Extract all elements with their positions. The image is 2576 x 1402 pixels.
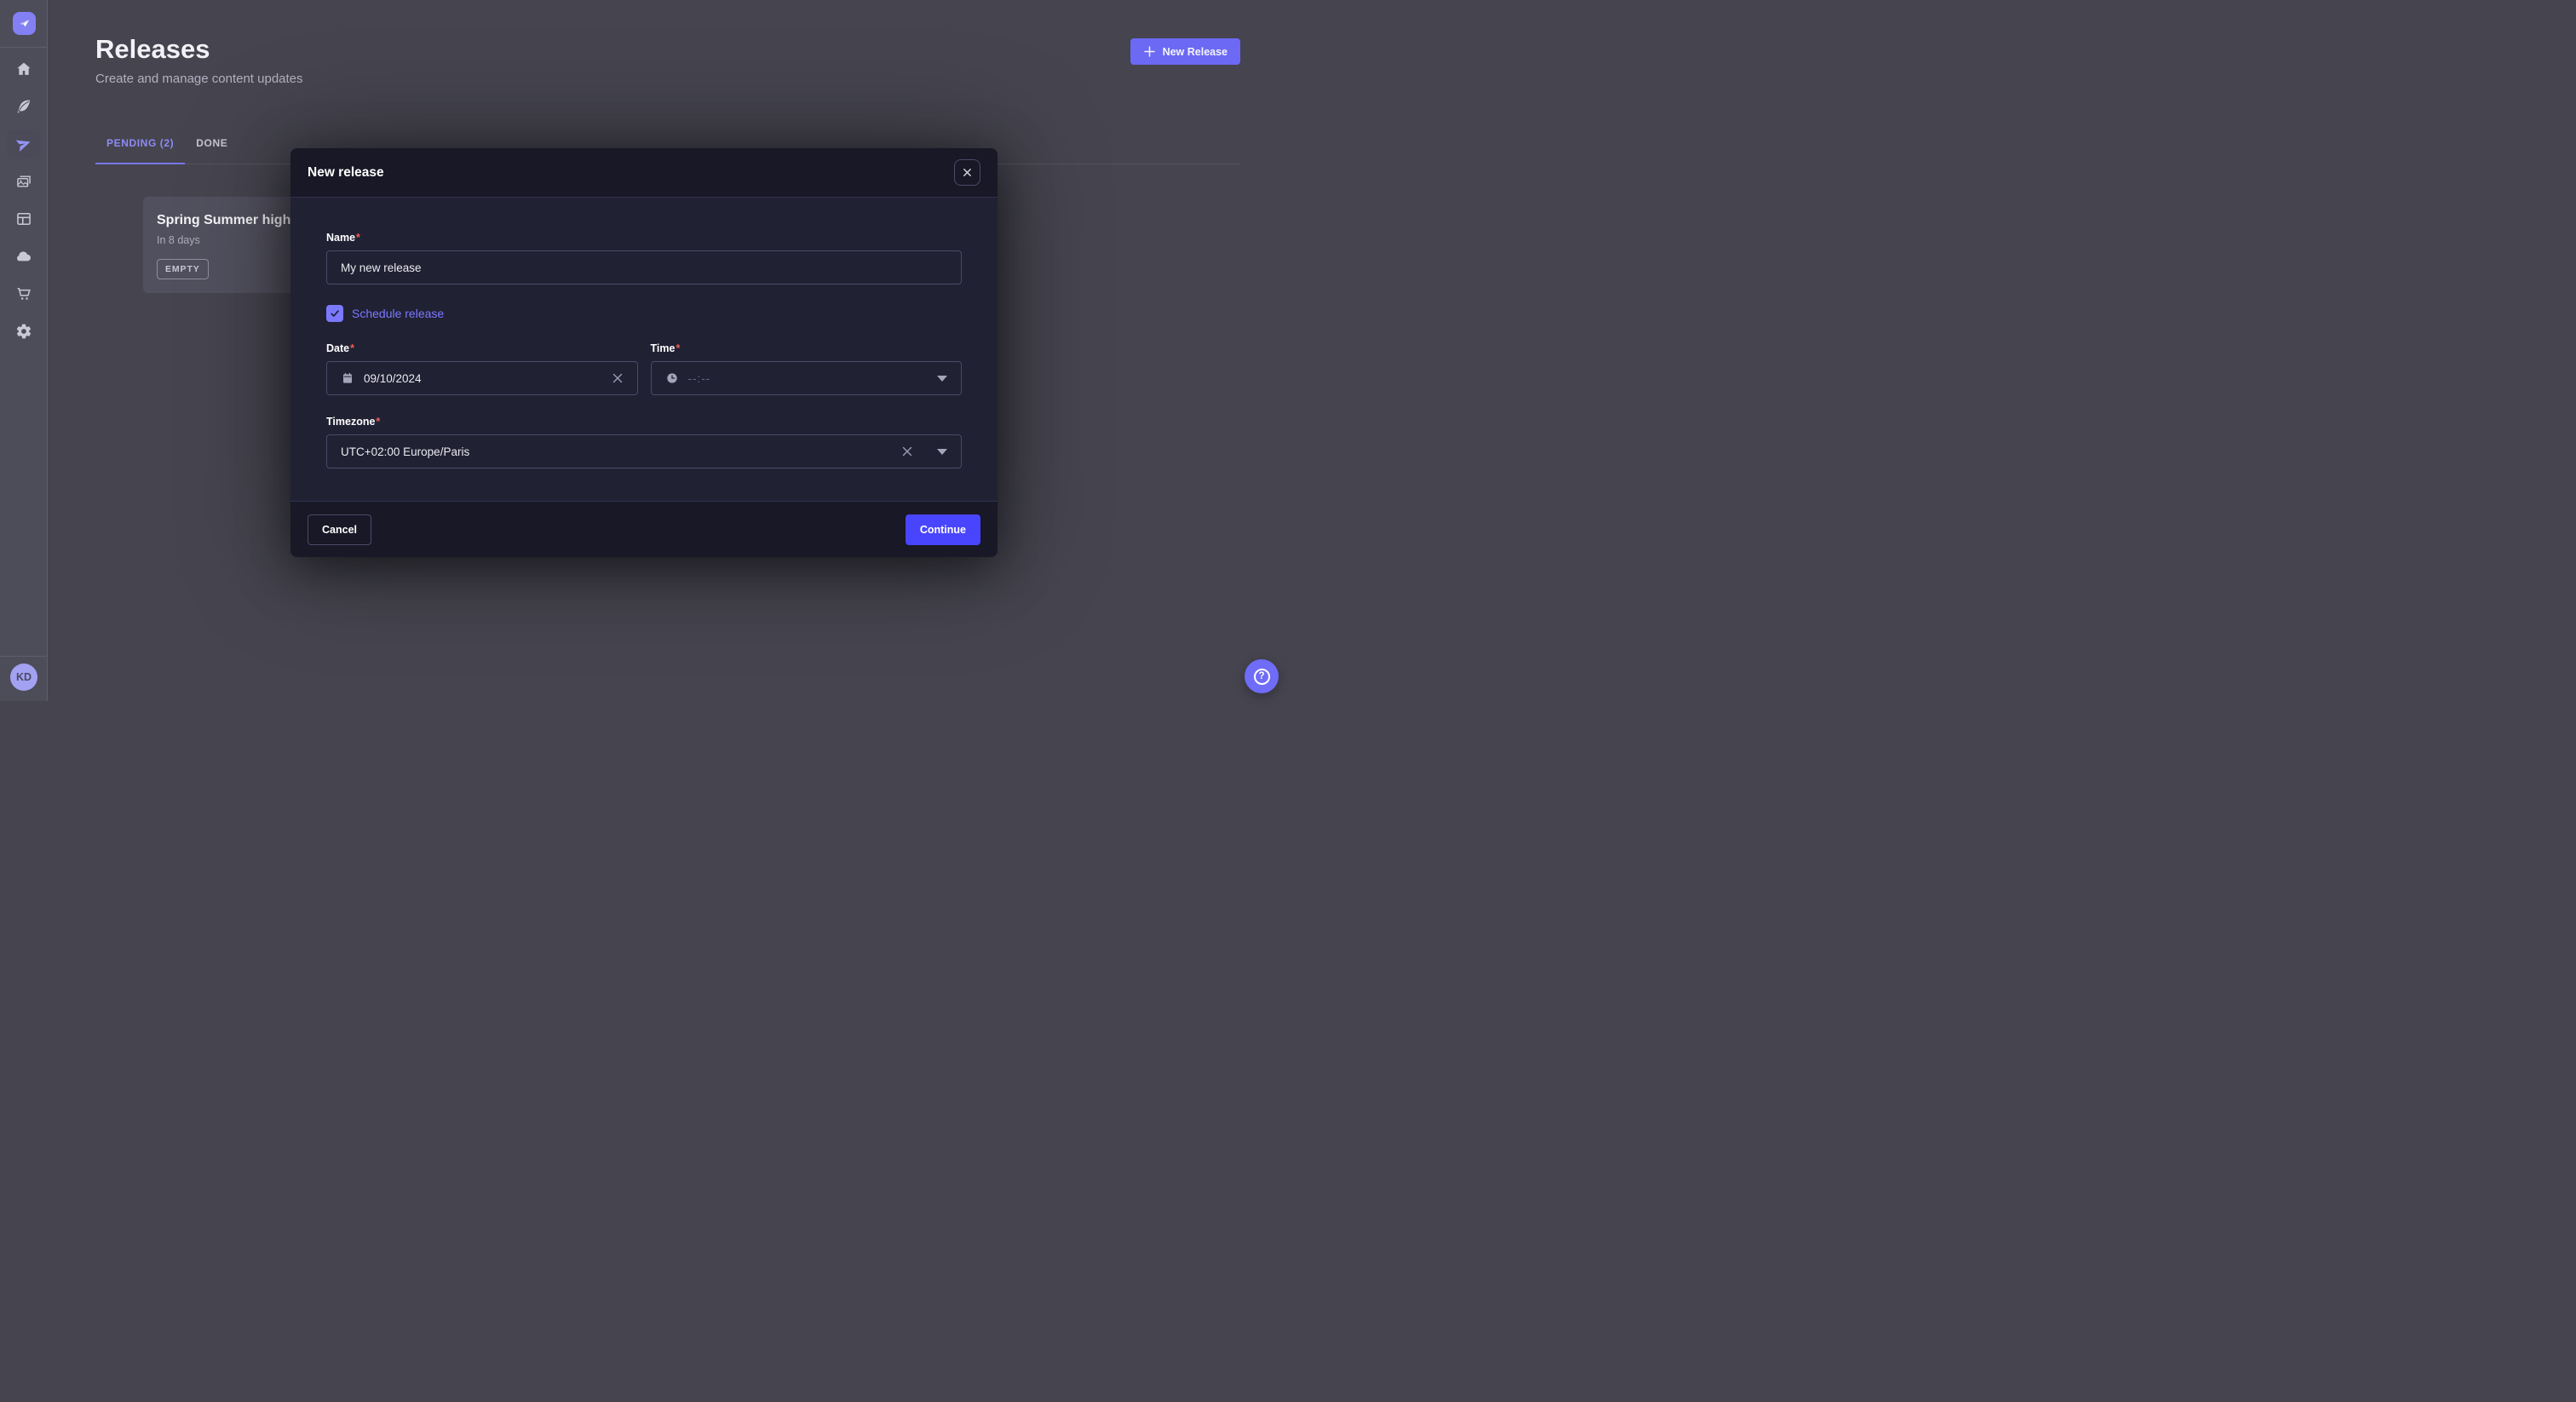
- schedule-checkbox[interactable]: [326, 305, 343, 322]
- name-input-wrapper: [326, 250, 962, 284]
- calendar-icon: [341, 371, 354, 385]
- sidebar-nav: [0, 55, 48, 354]
- date-field-group: Date* 09/10/2024: [326, 342, 638, 395]
- sidebar-item-content-manager[interactable]: [7, 92, 41, 120]
- time-label: Time*: [651, 342, 963, 354]
- required-asterisk: *: [676, 342, 680, 354]
- name-label-text: Name: [326, 232, 355, 244]
- modal-body: Name* Schedule release Date* 09/10/2024: [290, 198, 998, 468]
- sidebar-item-home[interactable]: [7, 55, 41, 83]
- name-input[interactable]: [341, 261, 947, 274]
- timezone-value: UTC+02:00 Europe/Paris: [341, 445, 469, 458]
- home-icon: [15, 60, 32, 78]
- timezone-field-group: Timezone* UTC+02:00 Europe/Paris: [326, 416, 962, 468]
- time-placeholder: --:--: [688, 372, 711, 385]
- timezone-clear-button[interactable]: [901, 445, 913, 457]
- time-field-group: Time* --:--: [651, 342, 963, 395]
- date-value: 09/10/2024: [364, 372, 422, 385]
- question-mark-icon: ?: [1254, 669, 1270, 685]
- timezone-label: Timezone*: [326, 416, 962, 428]
- tab-done[interactable]: DONE: [185, 130, 239, 164]
- modal-close-button[interactable]: [954, 159, 980, 186]
- cancel-button[interactable]: Cancel: [308, 514, 371, 545]
- feather-icon: [15, 98, 32, 115]
- tab-pending[interactable]: PENDING (2): [95, 130, 185, 164]
- shopping-cart-icon: [15, 285, 32, 302]
- chevron-down-icon[interactable]: [937, 376, 947, 382]
- required-asterisk: *: [356, 232, 360, 244]
- release-card-status-badge: EMPTY: [157, 259, 209, 279]
- modal-header: New release: [290, 148, 998, 198]
- sidebar-item-content-type-builder[interactable]: [7, 204, 41, 233]
- sidebar-item-marketplace[interactable]: [7, 279, 41, 307]
- images-icon: [15, 173, 32, 190]
- cloud-icon: [15, 248, 32, 265]
- new-release-modal: New release Name* Schedule release Date*: [290, 148, 998, 557]
- time-input[interactable]: --:--: [651, 361, 963, 395]
- sidebar-item-deploy[interactable]: [7, 242, 41, 270]
- close-icon: [962, 167, 973, 178]
- paper-plane-icon: [15, 135, 32, 152]
- sidebar-item-media-library[interactable]: [7, 167, 41, 195]
- timezone-label-text: Timezone: [326, 416, 375, 428]
- date-input[interactable]: 09/10/2024: [326, 361, 638, 395]
- date-label-text: Date: [326, 342, 349, 354]
- layout-icon: [15, 210, 32, 227]
- date-time-row: Date* 09/10/2024 Time* --:--: [326, 342, 962, 395]
- sidebar: KD: [0, 0, 48, 701]
- gear-icon: [15, 323, 32, 340]
- paper-plane-logo-icon: [17, 16, 32, 31]
- name-label: Name*: [326, 232, 962, 244]
- required-asterisk: *: [376, 416, 380, 428]
- timezone-select[interactable]: UTC+02:00 Europe/Paris: [326, 434, 962, 468]
- new-release-button-label: New Release: [1163, 46, 1228, 58]
- sidebar-item-releases[interactable]: [7, 129, 41, 158]
- app-logo[interactable]: [13, 12, 36, 35]
- schedule-release-toggle[interactable]: Schedule release: [326, 305, 962, 322]
- page-title: Releases: [95, 34, 210, 65]
- user-avatar[interactable]: KD: [10, 664, 37, 691]
- new-release-button[interactable]: New Release: [1130, 38, 1240, 65]
- continue-button[interactable]: Continue: [906, 514, 980, 545]
- sidebar-bottom-divider: [0, 656, 48, 657]
- sidebar-item-settings[interactable]: [7, 317, 41, 345]
- sidebar-top-divider: [0, 47, 48, 48]
- schedule-checkbox-label: Schedule release: [352, 307, 444, 320]
- timezone-row: Timezone* UTC+02:00 Europe/Paris: [326, 416, 962, 468]
- clock-icon: [665, 371, 679, 385]
- date-label: Date*: [326, 342, 638, 354]
- plus-icon: [1143, 45, 1156, 58]
- chevron-down-icon[interactable]: [937, 449, 947, 455]
- time-label-text: Time: [651, 342, 676, 354]
- help-button[interactable]: ?: [1245, 659, 1279, 693]
- name-field-group: Name*: [326, 232, 962, 284]
- page-subtitle: Create and manage content updates: [95, 72, 303, 86]
- modal-footer: Cancel Continue: [290, 501, 998, 557]
- date-clear-button[interactable]: [612, 372, 624, 384]
- required-asterisk: *: [350, 342, 354, 354]
- checkmark-icon: [329, 307, 341, 319]
- modal-title: New release: [308, 165, 384, 181]
